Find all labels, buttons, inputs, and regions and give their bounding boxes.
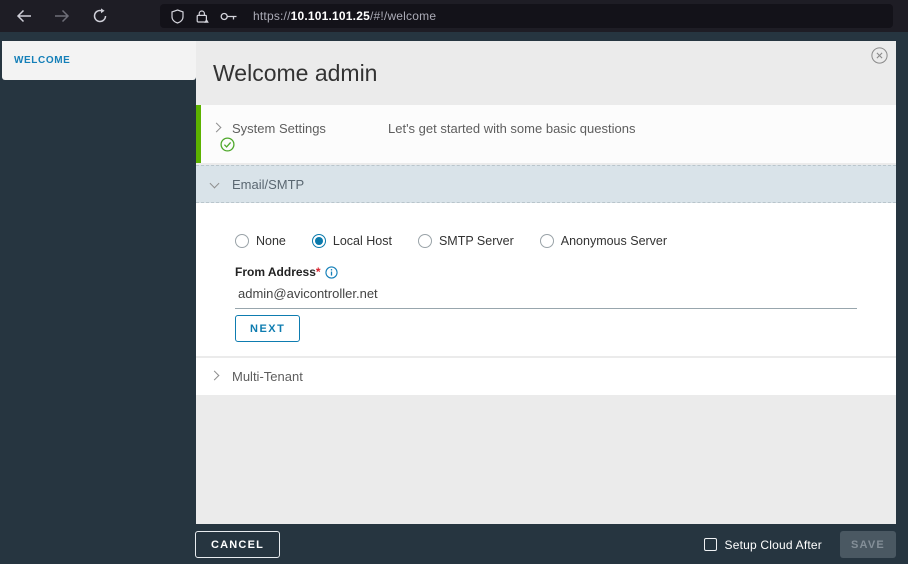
lock-warning-icon[interactable] bbox=[195, 9, 209, 24]
back-button[interactable] bbox=[10, 3, 38, 29]
section-title: Multi-Tenant bbox=[232, 369, 303, 384]
url-bar[interactable]: https://10.101.101.25/#!/welcome bbox=[160, 4, 893, 28]
modal-footer: CANCEL Setup Cloud After SAVE bbox=[0, 524, 908, 564]
section-subtitle: Let's get started with some basic questi… bbox=[388, 121, 636, 136]
required-marker: * bbox=[315, 265, 321, 279]
url-text: https://10.101.101.25/#!/welcome bbox=[253, 9, 436, 23]
cancel-button[interactable]: CANCEL bbox=[195, 531, 281, 558]
page-title: Welcome admin bbox=[213, 60, 378, 86]
modal-header: Welcome admin bbox=[196, 41, 896, 105]
accordion-email-smtp[interactable]: Email/SMTP bbox=[196, 165, 896, 203]
radio-anonymous-server[interactable]: Anonymous Server bbox=[539, 234, 668, 248]
footer-actions: Setup Cloud After SAVE bbox=[703, 531, 896, 558]
url-scheme: https:// bbox=[253, 9, 291, 23]
chevron-down-icon bbox=[209, 178, 220, 189]
info-icon[interactable] bbox=[324, 266, 338, 284]
radio-smtp-server[interactable]: SMTP Server bbox=[417, 234, 514, 248]
forward-button[interactable] bbox=[48, 3, 76, 29]
smtp-source-radio-group: None Local Host SMTP Server Anonymous Se… bbox=[235, 234, 693, 248]
url-path: /#!/welcome bbox=[369, 9, 437, 23]
radio-circle-icon bbox=[235, 234, 249, 248]
shield-icon[interactable] bbox=[171, 8, 184, 24]
next-button[interactable]: NEXT bbox=[235, 315, 301, 342]
radio-label: None bbox=[256, 234, 286, 248]
setup-cloud-after-checkbox[interactable] bbox=[703, 538, 717, 551]
radio-local-host[interactable]: Local Host bbox=[311, 234, 392, 248]
radio-label: Anonymous Server bbox=[560, 234, 668, 248]
sidebar-item-welcome[interactable]: WELCOME bbox=[2, 41, 196, 80]
browser-toolbar: https://10.101.101.25/#!/welcome bbox=[0, 0, 908, 32]
reload-button[interactable] bbox=[86, 3, 114, 29]
check-circle-icon bbox=[220, 137, 235, 157]
key-icon[interactable] bbox=[220, 11, 238, 22]
url-host: 10.101.101.25 bbox=[290, 9, 370, 23]
email-smtp-panel: None Local Host SMTP Server Anonymous Se… bbox=[196, 203, 896, 356]
save-button[interactable]: SAVE bbox=[840, 531, 896, 558]
forward-icon bbox=[55, 9, 70, 23]
back-icon bbox=[16, 9, 31, 23]
from-address-input[interactable] bbox=[235, 284, 857, 309]
from-address-label: From Address bbox=[235, 265, 316, 279]
section-title: System Settings bbox=[232, 121, 326, 136]
close-button[interactable] bbox=[869, 45, 889, 65]
sidebar-item-label: WELCOME bbox=[14, 55, 71, 66]
radio-circle-icon bbox=[417, 234, 432, 248]
section-title: Email/SMTP bbox=[232, 177, 305, 192]
close-icon bbox=[870, 46, 888, 64]
accordion-system-settings[interactable]: System Settings Let's get started with s… bbox=[196, 105, 896, 163]
accordion-multi-tenant[interactable]: Multi-Tenant bbox=[196, 358, 896, 395]
radio-label: SMTP Server bbox=[438, 234, 514, 248]
radio-none[interactable]: None bbox=[235, 234, 286, 248]
app-background: WELCOME Welcome admin System Settings Le… bbox=[0, 32, 908, 564]
radio-circle-icon bbox=[539, 234, 554, 248]
radio-label: Local Host bbox=[332, 234, 392, 248]
chevron-right-icon bbox=[211, 122, 222, 133]
radio-circle-icon bbox=[311, 234, 326, 248]
chevron-right-icon bbox=[209, 370, 220, 381]
setup-cloud-after-label: Setup Cloud After bbox=[724, 537, 822, 552]
welcome-modal: Welcome admin System Settings Let's get … bbox=[196, 41, 896, 524]
from-address-label-row: From Address * bbox=[235, 265, 338, 284]
reload-icon bbox=[93, 8, 107, 23]
